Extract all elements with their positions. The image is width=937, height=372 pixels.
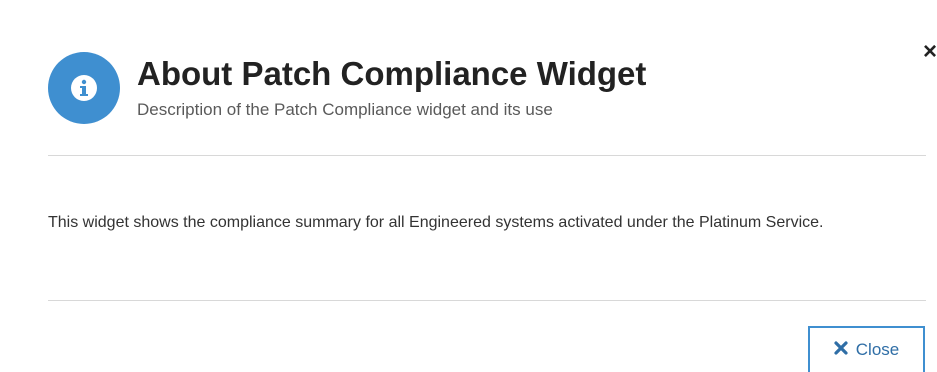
dialog-titles: About Patch Compliance Widget Descriptio… [137, 50, 646, 121]
x-icon [834, 340, 848, 360]
footer-divider [48, 300, 926, 301]
dialog-header: About Patch Compliance Widget Descriptio… [48, 50, 646, 124]
dialog-title: About Patch Compliance Widget [137, 55, 647, 92]
about-dialog: × About Patch Compliance Widget Descript… [0, 0, 937, 372]
close-button[interactable]: Close [808, 326, 925, 372]
dialog-close-x-icon[interactable]: × [923, 40, 937, 64]
close-button-label: Close [855, 340, 900, 359]
dialog-body-text: This widget shows the compliance summary… [48, 214, 824, 231]
header-divider [48, 155, 926, 156]
dialog-subtitle: Description of the Patch Compliance widg… [137, 100, 553, 119]
info-icon [48, 52, 120, 124]
